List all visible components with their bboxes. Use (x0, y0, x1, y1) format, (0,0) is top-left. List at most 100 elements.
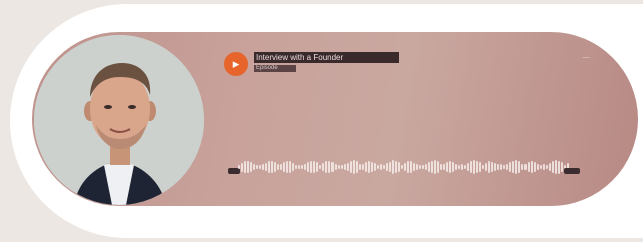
title-block: Interview with a Founder Episode (254, 52, 399, 72)
waveform-bar (461, 164, 464, 170)
waveform-bar (295, 164, 298, 170)
logo-glyph: ▸ (232, 56, 240, 72)
play-logo-icon[interactable]: ▸ (224, 52, 248, 76)
waveform-bar (349, 160, 352, 174)
waveform-bar (548, 162, 551, 171)
waveform-bar (527, 161, 530, 173)
waveform-bar (286, 160, 289, 174)
waveform-bar (412, 162, 415, 172)
waveform-bar (373, 163, 376, 171)
waveform-bar (427, 162, 430, 172)
waveform-bar (307, 161, 310, 173)
waveform-bar (379, 164, 382, 170)
waveform-bar (367, 160, 370, 174)
waveform-bar (554, 160, 557, 174)
waveform-bar (292, 163, 295, 171)
waveform-bar (382, 164, 385, 170)
waveform-bar (277, 163, 280, 171)
waveform-bar (503, 164, 506, 170)
waveform-bar (298, 164, 301, 170)
waveform-bar (539, 164, 542, 170)
waveform-bar (244, 160, 247, 174)
waveform-bar (358, 163, 361, 171)
waveform-bar (340, 164, 343, 170)
waveform-bar (512, 160, 515, 174)
waveform-bar (518, 161, 521, 173)
waveform-bar (250, 162, 253, 172)
waveform-bar (253, 163, 256, 171)
waveform-bar (449, 161, 452, 173)
waveform-bar (509, 162, 512, 172)
waveform-bar (259, 164, 262, 170)
waveform-bar (337, 164, 340, 170)
track-title: Interview with a Founder (254, 52, 399, 63)
waveform-bar (446, 161, 449, 173)
waveform-bar (319, 164, 322, 170)
waveform-bar (421, 164, 424, 170)
waveform-bar (530, 161, 533, 173)
waveform-bar (271, 160, 274, 174)
waveform-bar (452, 161, 455, 173)
waveform-bar (533, 162, 536, 172)
waveform-bar (431, 160, 434, 174)
waveform-bar (551, 161, 554, 173)
waveform-bar (262, 164, 265, 170)
waveform-bar (557, 160, 560, 174)
waveform-bar (545, 164, 548, 170)
waveform-bar (415, 164, 418, 170)
waveform-bar (424, 164, 427, 170)
waveform-bar (391, 160, 394, 174)
waveform-bar (346, 162, 349, 172)
waveform-bars (238, 159, 569, 175)
waveform-bar (406, 161, 409, 173)
waveform-bar (464, 164, 467, 170)
waveform-bar (434, 160, 437, 174)
waveform-bar (394, 160, 397, 174)
waveform-bar (316, 162, 319, 172)
waveform-bar (385, 163, 388, 171)
waveform-bar (334, 163, 337, 170)
waveform-bar (256, 164, 259, 170)
waveform-bar (494, 162, 497, 172)
waveform-bar (488, 161, 491, 173)
waveform-bar (325, 161, 328, 173)
waveform-bar (524, 163, 527, 171)
waveform-bar (497, 164, 500, 170)
waveform-bar (443, 163, 446, 171)
avatar (34, 35, 204, 205)
waveform-bar (322, 162, 325, 172)
audio-player: ▸ Interview with a Founder Episode — (32, 32, 638, 206)
waveform-bar (376, 164, 379, 170)
waveform-bar (388, 161, 391, 173)
waveform-bar (241, 162, 244, 172)
waveform-bar (247, 160, 250, 174)
waveform-bar (289, 161, 292, 173)
waveform-bar (268, 161, 271, 173)
waveform-bar (313, 160, 316, 174)
waveform-bar (500, 164, 503, 170)
waveform-bar (473, 160, 476, 174)
waveform-bar (458, 164, 461, 170)
waveform-bar (397, 162, 400, 172)
waveform-end-handle[interactable] (564, 168, 580, 174)
waveform-bar (437, 161, 440, 173)
waveform-bar (536, 163, 539, 171)
waveform-bar (515, 160, 518, 174)
corner-text: — (582, 54, 590, 61)
waveform-bar (352, 160, 355, 174)
waveform-bar (283, 161, 286, 173)
waveform-bar (301, 164, 304, 170)
waveform-bar (542, 164, 545, 170)
waveform-bar (343, 164, 346, 170)
waveform[interactable] (228, 153, 580, 179)
waveform-bar (470, 161, 473, 173)
waveform-bar (361, 163, 364, 171)
waveform-bar (280, 163, 283, 171)
waveform-bar (455, 163, 458, 171)
waveform-bar (355, 161, 358, 173)
waveform-bar (560, 162, 563, 172)
waveform-bar (400, 164, 403, 170)
waveform-bar (476, 160, 479, 174)
waveform-bar (265, 162, 268, 172)
track-subtitle: Episode (254, 65, 296, 72)
